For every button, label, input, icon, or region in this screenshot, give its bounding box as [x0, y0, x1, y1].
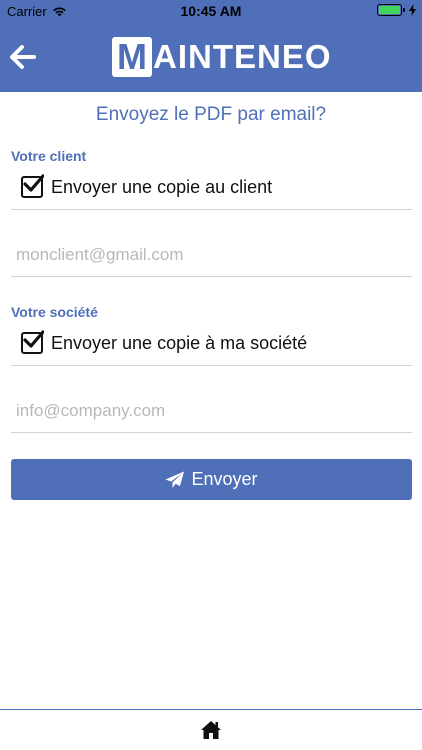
page-title: Envoyez le PDF par email? — [95, 104, 327, 125]
checkmark-icon — [23, 174, 44, 192]
paper-plane-icon — [165, 471, 185, 488]
logo-text: AINTENEO — [153, 38, 332, 75]
company-copy-checkbox-row[interactable]: Envoyer une copie à ma société — [11, 324, 412, 366]
back-button[interactable] — [10, 45, 36, 69]
nav-bar: M AINTENEO — [0, 22, 422, 92]
send-button-label: Envoyer — [191, 469, 258, 489]
status-time: 10:45 AM — [180, 3, 242, 19]
home-button[interactable] — [200, 720, 222, 740]
client-copy-label: Envoyer une copie au client — [51, 177, 273, 197]
charging-bolt-icon — [409, 4, 416, 16]
status-bar: Carrier 10:45 AM — [0, 0, 422, 22]
company-copy-checkbox[interactable] — [21, 330, 44, 354]
logo-letter: M — [117, 36, 147, 77]
arrow-left-icon — [10, 45, 36, 69]
app-screen: Carrier 10:45 AM M AINTENEO Envoyez le P… — [0, 0, 422, 750]
mainteneo-logo: M AINTENEO — [112, 37, 332, 77]
battery-level — [379, 6, 400, 14]
home-icon — [201, 721, 221, 739]
battery-icon — [377, 4, 405, 16]
company-section-label: Votre société — [11, 304, 98, 320]
company-email-input[interactable] — [11, 389, 412, 433]
client-copy-checkbox-row[interactable]: Envoyer une copie au client — [11, 168, 412, 210]
client-email-input[interactable] — [11, 233, 412, 277]
status-right — [377, 4, 416, 16]
bottom-tab-bar — [0, 709, 422, 750]
client-section-label: Votre client — [11, 148, 87, 164]
checkmark-icon — [23, 330, 44, 348]
company-copy-label: Envoyer une copie à ma société — [51, 333, 308, 353]
send-button[interactable]: Envoyer — [11, 459, 412, 500]
logo-letter-box: M — [112, 37, 152, 77]
client-copy-checkbox[interactable] — [21, 174, 44, 198]
